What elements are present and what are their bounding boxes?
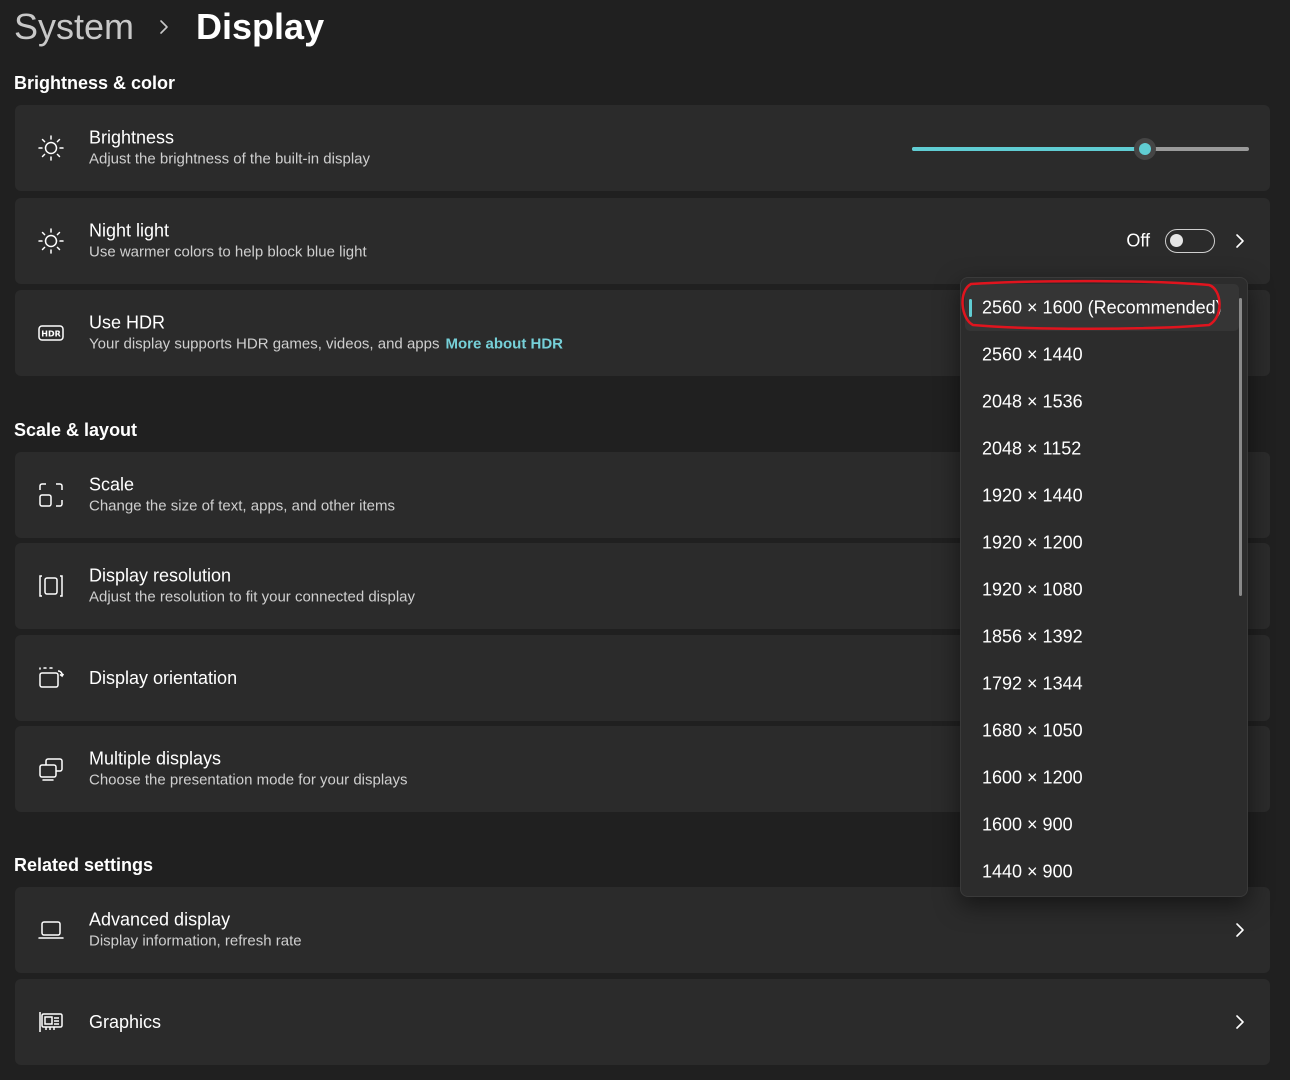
resolution-option-label: 1920 × 1440	[982, 485, 1083, 505]
resolution-option-label: 1920 × 1080	[982, 579, 1083, 599]
orientation-icon	[37, 664, 65, 692]
resolution-option-label: 1680 × 1050	[982, 720, 1083, 740]
night-light-title: Night light	[89, 220, 170, 241]
resolution-option[interactable]: 1920 × 1080	[961, 566, 1233, 613]
section-brightness-color: Brightness & color	[14, 73, 176, 93]
display-resolution-title: Display resolution	[89, 565, 232, 586]
brightness-card: Brightness Adjust the brightness of the …	[15, 105, 1270, 191]
resolution-option[interactable]: 1440 × 900	[961, 848, 1233, 895]
brightness-slider[interactable]	[912, 138, 1249, 160]
resolution-option[interactable]: 1600 × 900	[961, 801, 1233, 848]
night-light-icon	[37, 227, 65, 255]
multiple-displays-subtitle: Choose the presentation mode for your di…	[89, 771, 408, 789]
section-scale-layout: Scale & layout	[14, 420, 138, 440]
night-light-state: Off	[1126, 230, 1150, 251]
brightness-title: Brightness	[89, 127, 175, 148]
resolution-option-label: 1920 × 1200	[982, 532, 1083, 552]
breadcrumb: System Display	[14, 2, 324, 52]
chevron-right-icon[interactable]	[1232, 233, 1248, 249]
brightness-icon	[37, 134, 65, 162]
resolution-option[interactable]: 2048 × 1536	[961, 378, 1233, 425]
night-light-card[interactable]: Night light Use warmer colors to help bl…	[15, 198, 1270, 284]
scale-icon	[37, 481, 65, 509]
hdr-title: Use HDR	[89, 312, 166, 333]
scale-subtitle: Change the size of text, apps, and other…	[89, 497, 396, 515]
advanced-display-subtitle: Display information, refresh rate	[89, 932, 302, 950]
night-light-toggle[interactable]	[1165, 229, 1215, 253]
night-light-subtitle: Use warmer colors to help block blue lig…	[89, 243, 367, 261]
resolution-option[interactable]: 1920 × 1440	[961, 472, 1233, 519]
resolution-option-label: 1440 × 900	[982, 861, 1073, 881]
resolution-option-label: 1856 × 1392	[982, 626, 1083, 646]
advanced-display-card[interactable]: Advanced display Display information, re…	[15, 887, 1270, 973]
resolution-option[interactable]: 1920 × 1200	[961, 519, 1233, 566]
svg-text:HDR: HDR	[41, 330, 61, 339]
resolution-option[interactable]: 1792 × 1344	[961, 660, 1233, 707]
resolution-icon	[37, 572, 65, 600]
brightness-subtitle: Adjust the brightness of the built-in di…	[89, 150, 370, 168]
slider-thumb[interactable]	[1133, 138, 1156, 160]
resolution-option[interactable]: 2560 × 1600 (Recommended)	[965, 284, 1239, 331]
resolution-option-label: 2048 × 1152	[982, 438, 1082, 458]
laptop-icon	[37, 916, 65, 944]
resolution-option[interactable]: 1856 × 1392	[961, 613, 1233, 660]
resolution-option-label: 2048 × 1536	[982, 391, 1083, 411]
resolution-option-label: 2560 × 1440	[982, 344, 1083, 364]
scale-title: Scale	[89, 474, 135, 495]
resolution-option-label: 2560 × 1600 (Recommended)	[982, 297, 1222, 317]
breadcrumb-system[interactable]: System	[14, 6, 134, 48]
advanced-display-title: Advanced display	[89, 909, 231, 930]
multiple-displays-title: Multiple displays	[89, 748, 222, 769]
page-title: Display	[196, 6, 325, 47]
hdr-subtitle: Your display supports HDR games, videos,…	[89, 335, 440, 353]
resolution-option-label: 1792 × 1344	[982, 673, 1083, 693]
resolution-option-label: 1600 × 900	[982, 814, 1073, 834]
selection-indicator	[969, 298, 972, 317]
dropdown-scrollbar[interactable]	[1239, 298, 1242, 596]
more-about-hdr-link[interactable]: More about HDR	[445, 336, 563, 353]
resolution-option[interactable]: 1680 × 1050	[961, 707, 1233, 754]
section-related-settings: Related settings	[14, 855, 154, 875]
resolution-option[interactable]: 1600 × 1200	[961, 754, 1233, 801]
multiple-displays-icon	[37, 755, 65, 783]
slider-fill	[912, 147, 1145, 151]
resolution-dropdown-list[interactable]: 2560 × 1600 (Recommended) 2560 × 1440 2048…	[960, 277, 1248, 897]
resolution-option[interactable]: 2560 × 1440	[961, 331, 1233, 378]
graphics-card-icon	[37, 1008, 65, 1036]
resolution-option-label: 1600 × 1200	[982, 767, 1083, 787]
chevron-right-icon	[156, 17, 176, 37]
chevron-right-icon	[1232, 1014, 1248, 1030]
display-resolution-subtitle: Adjust the resolution to fit your connec…	[89, 588, 416, 606]
graphics-card[interactable]: Graphics	[15, 979, 1270, 1065]
display-orientation-title: Display orientation	[89, 668, 238, 688]
graphics-title: Graphics	[89, 1012, 162, 1032]
hdr-icon: HDR	[37, 319, 65, 347]
resolution-option[interactable]: 2048 × 1152	[961, 425, 1233, 472]
chevron-right-icon	[1232, 922, 1248, 938]
